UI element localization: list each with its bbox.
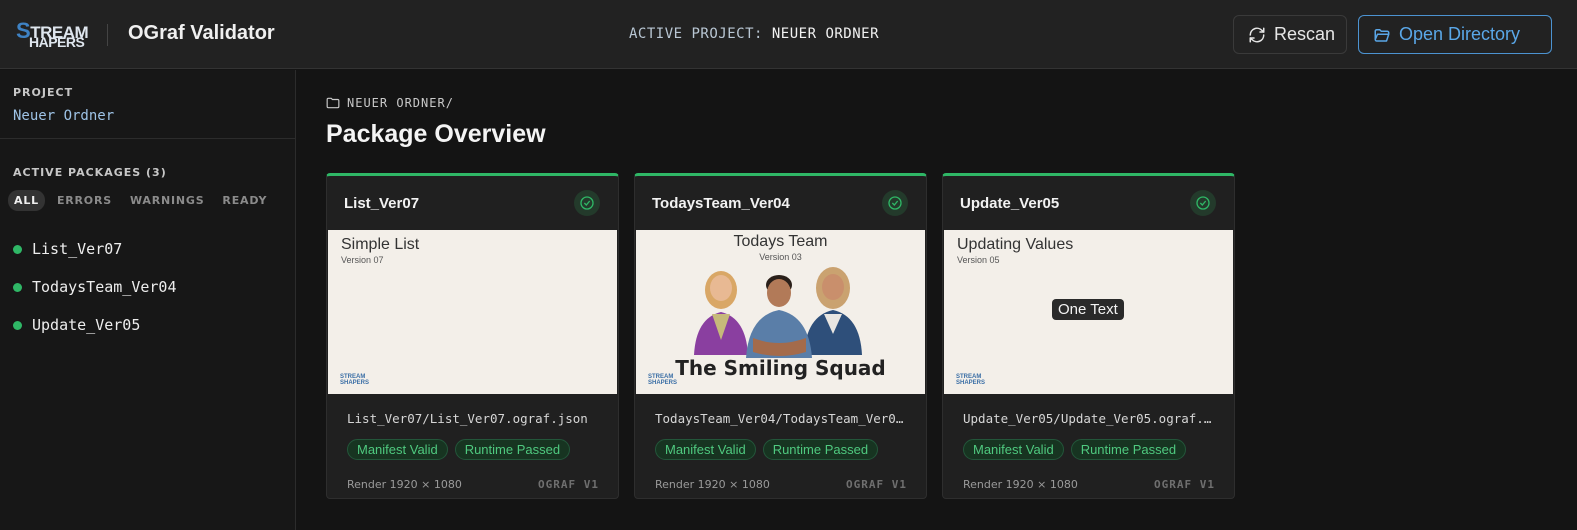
package-item-todaysteam-ver04[interactable]: TodaysTeam_Ver04 xyxy=(13,268,177,306)
app-title: OGraf Validator xyxy=(128,22,275,44)
package-filter-tabs: ALL ERRORS WARNINGS READY xyxy=(8,190,273,211)
check-circle-icon xyxy=(1190,190,1216,216)
manifest-path: TodaysTeam_Ver04/TodaysTeam_Ver04.ograf.… xyxy=(655,411,910,426)
breadcrumb: NEUER ORDNER/ xyxy=(326,96,454,110)
filter-ready[interactable]: READY xyxy=(216,190,273,211)
active-project-label: ACTIVE PROJECT: xyxy=(629,26,763,42)
project-name: Neuer Ordner xyxy=(13,108,115,124)
header-divider xyxy=(107,24,108,46)
status-badges: Manifest Valid Runtime Passed xyxy=(963,439,1187,460)
package-list: List_Ver07 TodaysTeam_Ver04 Update_Ver05 xyxy=(13,230,177,344)
package-item-label: Update_Ver05 xyxy=(32,316,141,334)
active-packages-label: ACTIVE PACKAGES (3) xyxy=(13,166,167,179)
filter-warnings[interactable]: WARNINGS xyxy=(124,190,210,211)
streamshapers-logo: STREAM HAPERS xyxy=(16,18,89,50)
status-badges: Manifest Valid Runtime Passed xyxy=(655,439,879,460)
package-item-list-ver07[interactable]: List_Ver07 xyxy=(13,230,177,268)
mini-logo: STREAM SHAPERS xyxy=(956,374,986,386)
folder-icon xyxy=(326,97,340,109)
package-item-label: List_Ver07 xyxy=(32,240,123,258)
preview-text-pill: One Text xyxy=(1052,299,1124,320)
package-item-label: TodaysTeam_Ver04 xyxy=(32,278,177,296)
render-size: Render 1920 × 1080 xyxy=(347,478,462,491)
page-title: Package Overview xyxy=(326,120,546,148)
check-circle-icon xyxy=(882,190,908,216)
status-dot xyxy=(13,282,22,292)
graphic-preview: Todays Team Version 03 The Smiling Squad… xyxy=(636,230,925,394)
mini-logo: STREAM SHAPERS xyxy=(648,374,678,386)
runtime-passed-badge: Runtime Passed xyxy=(1070,439,1187,460)
status-dot xyxy=(13,320,22,330)
status-dot xyxy=(13,244,22,254)
card-title: Update_Ver05 xyxy=(960,195,1060,212)
rescan-button[interactable]: Rescan xyxy=(1233,15,1347,54)
manifest-valid-badge: Manifest Valid xyxy=(655,439,756,460)
manifest-valid-badge: Manifest Valid xyxy=(347,439,448,460)
preview-caption: The Smiling Squad xyxy=(675,356,886,380)
active-project-value: NEUER ORDNER xyxy=(771,26,880,42)
app-header: STREAM HAPERS OGraf Validator ACTIVE PRO… xyxy=(0,0,1577,69)
ograf-version: OGRAF V1 xyxy=(538,478,599,491)
sidebar: PROJECT Neuer Ordner ACTIVE PACKAGES (3)… xyxy=(0,70,296,530)
card-footer: Render 1920 × 1080 OGRAF V1 xyxy=(963,478,1215,491)
open-directory-button[interactable]: Open Directory xyxy=(1358,15,1552,54)
ograf-version: OGRAF V1 xyxy=(846,478,907,491)
preview-title: Simple List xyxy=(341,236,420,253)
check-circle-icon xyxy=(574,190,600,216)
manifest-path: List_Ver07/List_Ver07.ograf.json xyxy=(347,411,588,426)
package-card[interactable]: List_Ver07 Simple List Version 07 STREAM… xyxy=(326,173,619,499)
manifest-path: Update_Ver05/Update_Ver05.ograf.json xyxy=(963,411,1218,426)
package-card[interactable]: TodaysTeam_Ver04 Todays Team Version 03 … xyxy=(634,173,927,499)
active-project-indicator: ACTIVE PROJECT: NEUER ORDNER xyxy=(629,26,879,42)
graphic-preview: Updating Values Version 05 One Text STRE… xyxy=(944,230,1233,394)
card-header: Update_Ver05 xyxy=(943,176,1234,231)
preview-subtitle: Version 07 xyxy=(341,255,384,265)
manifest-valid-badge: Manifest Valid xyxy=(963,439,1064,460)
status-badges: Manifest Valid Runtime Passed xyxy=(347,439,571,460)
card-footer: Render 1920 × 1080 OGRAF V1 xyxy=(347,478,599,491)
card-title: TodaysTeam_Ver04 xyxy=(652,195,790,212)
mini-logo: STREAM SHAPERS xyxy=(340,374,370,386)
runtime-passed-badge: Runtime Passed xyxy=(762,439,879,460)
card-title: List_Ver07 xyxy=(344,195,420,212)
card-header: TodaysTeam_Ver04 xyxy=(635,176,926,231)
ograf-version: OGRAF V1 xyxy=(1154,478,1215,491)
package-card[interactable]: Update_Ver05 Updating Values Version 05 … xyxy=(942,173,1235,499)
runtime-passed-badge: Runtime Passed xyxy=(454,439,571,460)
card-header: List_Ver07 xyxy=(327,176,618,231)
filter-errors[interactable]: ERRORS xyxy=(51,190,118,211)
filter-all[interactable]: ALL xyxy=(8,190,45,211)
card-footer: Render 1920 × 1080 OGRAF V1 xyxy=(655,478,907,491)
preview-title: Updating Values xyxy=(957,236,1074,253)
refresh-icon xyxy=(1249,27,1265,42)
breadcrumb-label: NEUER ORDNER/ xyxy=(347,96,454,110)
open-directory-label: Open Directory xyxy=(1399,24,1521,44)
preview-subtitle: Version 05 xyxy=(957,255,1000,265)
package-item-update-ver05[interactable]: Update_Ver05 xyxy=(13,306,177,344)
graphic-preview: Simple List Version 07 STREAM SHAPERS xyxy=(328,230,617,394)
rescan-label: Rescan xyxy=(1274,24,1336,44)
folder-open-icon xyxy=(1374,28,1390,42)
render-size: Render 1920 × 1080 xyxy=(963,478,1078,491)
sidebar-divider xyxy=(0,138,295,139)
project-section-label: PROJECT xyxy=(13,86,74,99)
render-size: Render 1920 × 1080 xyxy=(655,478,770,491)
